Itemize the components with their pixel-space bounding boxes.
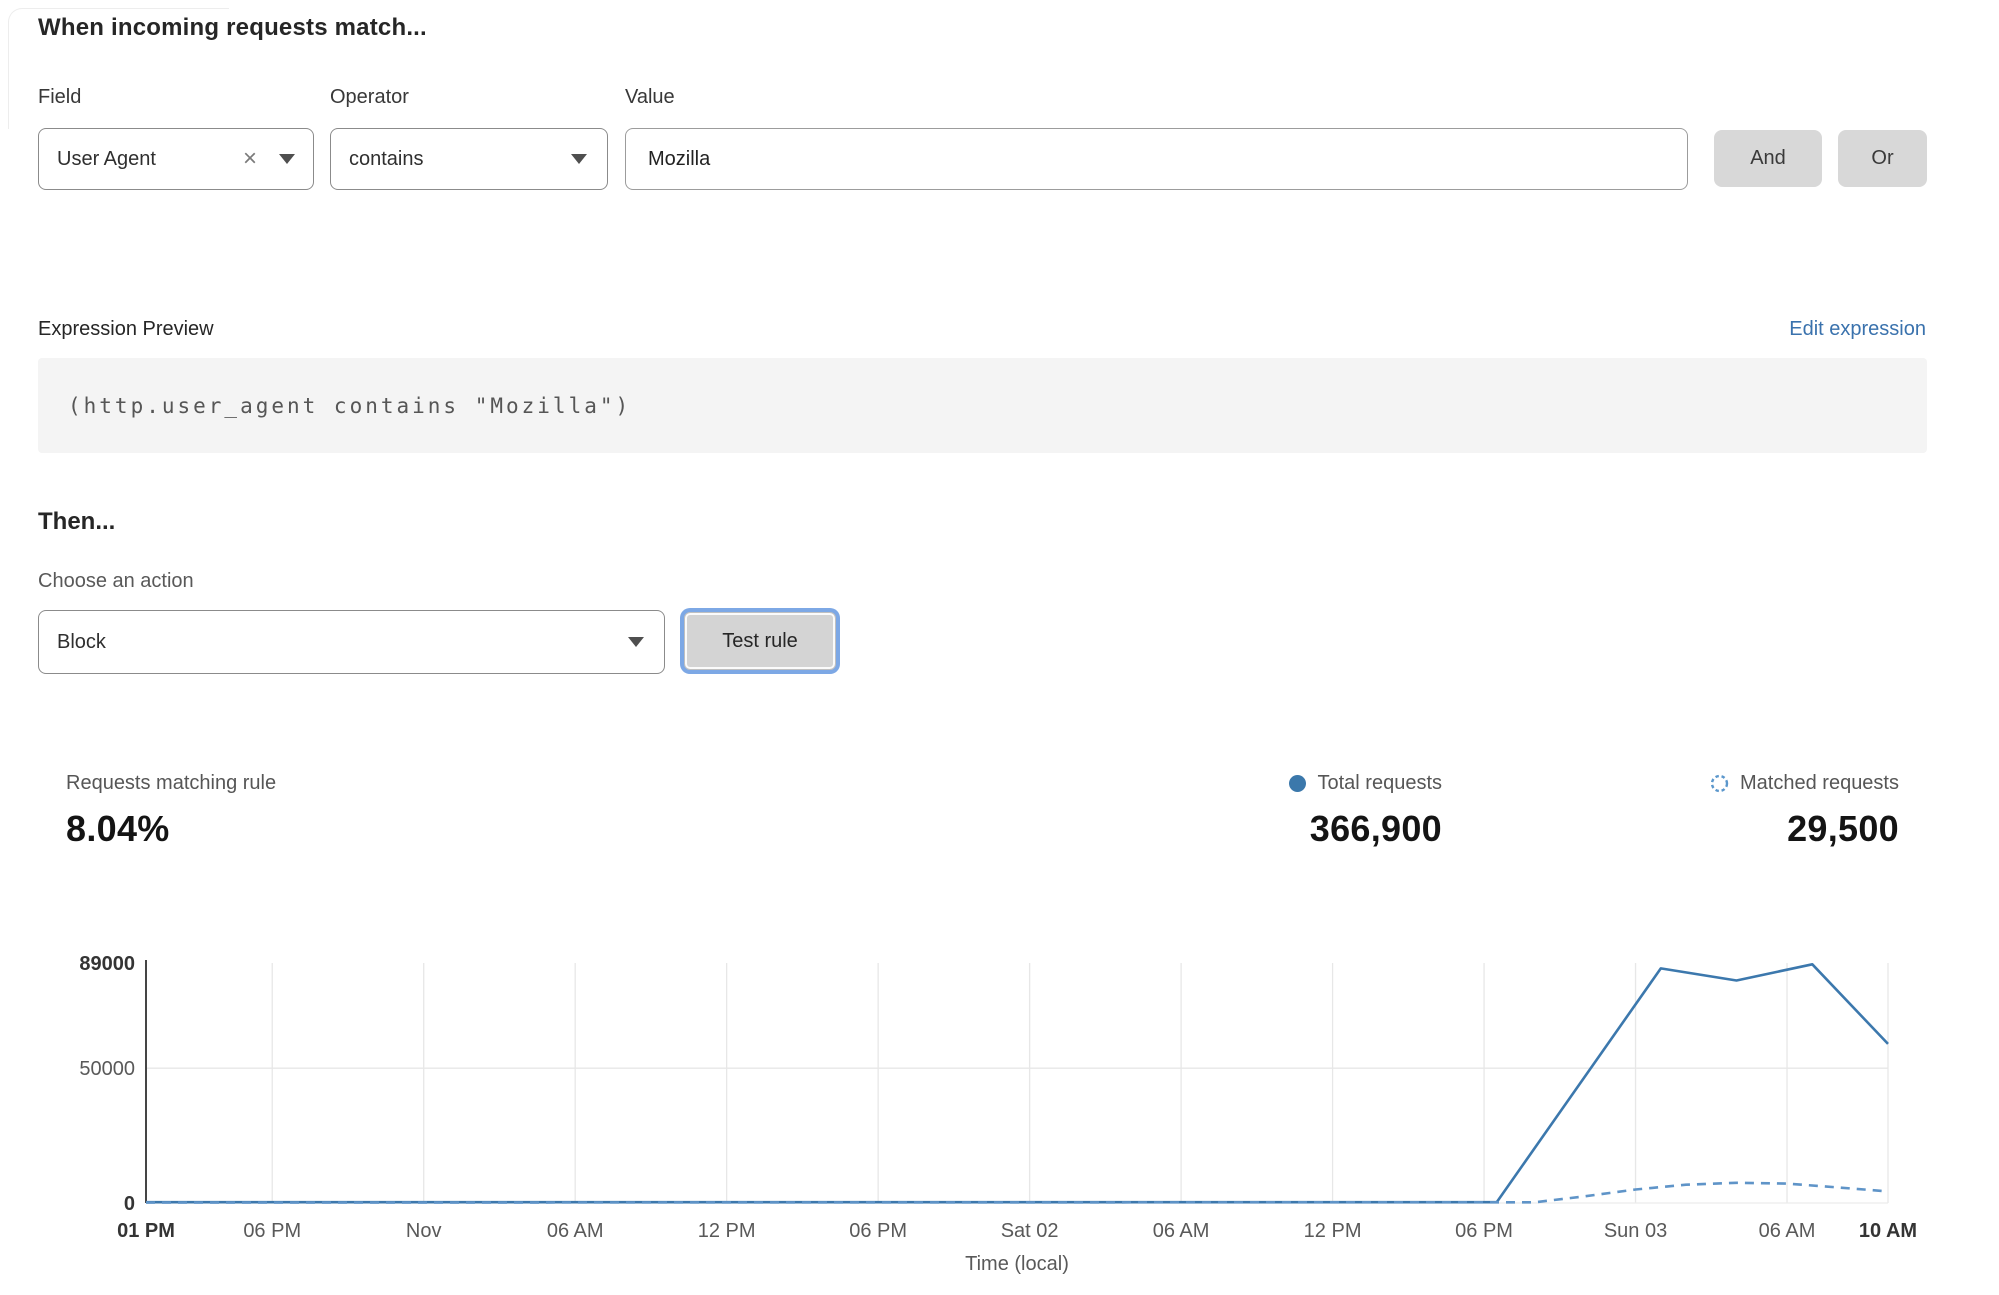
stat-requests-matching-value: 8.04% [66,808,276,850]
edit-expression-link[interactable]: Edit expression [1789,318,1926,341]
test-rule-button[interactable]: Test rule [684,612,836,670]
operator-select-value: contains [349,148,424,171]
or-button[interactable]: Or [1838,130,1927,187]
stat-total-requests-value: 366,900 [1289,808,1442,850]
stat-matched-requests-label: Matched requests [1740,772,1899,795]
requests-chart: 0 50000 89000 01 PM 06 PM Nov 06 AM 12 PM 06 PM S… [0,935,1999,1295]
stat-requests-matching-label: Requests matching rule [66,772,276,795]
page-title: When incoming requests match... [38,14,427,42]
svg-text:06 AM: 06 AM [1153,1220,1210,1242]
svg-text:06 PM: 06 PM [243,1220,301,1242]
svg-text:89000: 89000 [79,953,135,975]
svg-text:06 PM: 06 PM [849,1220,907,1242]
svg-text:10 AM: 10 AM [1859,1220,1917,1242]
expression-preview-label: Expression Preview [38,318,214,341]
action-select[interactable]: Block [38,610,665,674]
field-select[interactable]: User Agent × [38,128,314,190]
field-label: Field [38,86,81,109]
expression-code: (http.user_agent contains "Mozilla") [68,394,631,418]
stat-total-requests: Total requests 366,900 [1289,772,1442,850]
and-button[interactable]: And [1714,130,1822,187]
svg-text:01 PM: 01 PM [117,1220,175,1242]
caret-down-icon [571,154,587,164]
svg-text:06 AM: 06 AM [1759,1220,1816,1242]
value-input[interactable] [625,128,1688,190]
svg-text:50000: 50000 [79,1058,135,1080]
clear-icon[interactable]: × [237,147,263,171]
stat-matched-requests-value: 29,500 [1710,808,1899,850]
svg-text:0: 0 [124,1193,135,1215]
svg-text:06 PM: 06 PM [1455,1220,1513,1242]
stat-total-requests-label: Total requests [1317,772,1442,795]
then-heading: Then... [38,508,115,536]
caret-down-icon [279,154,295,164]
stat-matched-requests: Matched requests 29,500 [1710,772,1899,850]
svg-text:Time (local): Time (local) [965,1253,1069,1275]
expression-preview-box: (http.user_agent contains "Mozilla") [38,358,1927,453]
svg-text:Nov: Nov [406,1220,442,1242]
svg-text:Sun 03: Sun 03 [1604,1220,1667,1242]
matched-requests-circle-icon [1710,774,1729,793]
stat-requests-matching: Requests matching rule 8.04% [66,772,276,850]
svg-text:Sat 02: Sat 02 [1001,1220,1059,1242]
operator-select[interactable]: contains [330,128,608,190]
action-select-value: Block [57,631,106,654]
svg-text:12 PM: 12 PM [1304,1220,1362,1242]
field-select-value: User Agent [57,148,156,171]
svg-text:12 PM: 12 PM [698,1220,756,1242]
caret-down-icon [628,637,644,647]
total-requests-dot-icon [1289,775,1306,792]
value-label: Value [625,86,675,109]
choose-action-label: Choose an action [38,570,194,593]
svg-text:06 AM: 06 AM [547,1220,604,1242]
operator-label: Operator [330,86,409,109]
